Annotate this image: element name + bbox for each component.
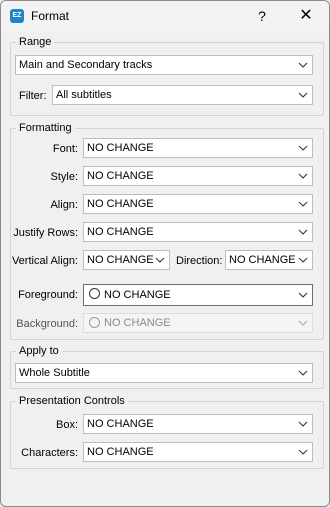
chevron-down-icon — [298, 145, 308, 151]
chevron-down-icon — [298, 320, 308, 326]
formatting-legend: Formatting — [16, 121, 75, 135]
vertical-align-dropdown[interactable]: NO CHANGE — [83, 250, 170, 270]
characters-label: Characters: — [21, 447, 78, 459]
chevron-down-icon — [298, 449, 308, 455]
background-value: NO CHANGE — [104, 317, 171, 329]
direction-label: Direction: — [176, 255, 223, 267]
font-label: Font: — [52, 143, 78, 155]
background-label: Background: — [16, 318, 78, 330]
filter-label: Filter: — [19, 90, 47, 102]
tracks-value: Main and Secondary tracks — [19, 59, 153, 71]
box-value: NO CHANGE — [87, 418, 154, 430]
chevron-down-icon — [298, 201, 308, 207]
apply-to-value: Whole Subtitle — [19, 367, 90, 379]
font-dropdown[interactable]: NO CHANGE — [83, 138, 313, 158]
align-dropdown[interactable]: NO CHANGE — [83, 194, 313, 214]
chevron-down-icon — [298, 257, 308, 263]
foreground-value: NO CHANGE — [104, 289, 171, 301]
direction-value: NO CHANGE — [229, 254, 296, 266]
chevron-down-icon — [298, 421, 308, 427]
direction-dropdown[interactable]: NO CHANGE — [225, 250, 313, 270]
style-value: NO CHANGE — [87, 170, 154, 182]
formatting-group: Formatting Font: NO CHANGE Style: NO CHA… — [10, 121, 324, 340]
characters-dropdown[interactable]: NO CHANGE — [83, 442, 313, 462]
foreground-label: Foreground: — [18, 289, 78, 301]
box-label: Box: — [55, 419, 78, 431]
apply-to-dropdown[interactable]: Whole Subtitle — [15, 363, 313, 383]
box-dropdown[interactable]: NO CHANGE — [83, 414, 313, 434]
style-label: Style: — [50, 171, 78, 183]
characters-value: NO CHANGE — [87, 446, 154, 458]
chevron-down-icon — [298, 173, 308, 179]
justify-rows-label: Justify Rows: — [13, 227, 78, 239]
filter-value: All subtitles — [56, 89, 112, 101]
range-legend: Range — [16, 35, 55, 49]
color-circle-icon — [89, 288, 100, 299]
chevron-down-icon — [298, 370, 308, 376]
chevron-down-icon — [298, 62, 308, 68]
color-circle-icon — [89, 317, 100, 328]
close-button[interactable]: ✕ — [293, 4, 319, 28]
chevron-down-icon — [155, 257, 165, 263]
align-value: NO CHANGE — [87, 198, 154, 210]
foreground-dropdown[interactable]: NO CHANGE — [83, 284, 313, 306]
help-button[interactable]: ? — [249, 4, 275, 28]
presentation-controls-legend: Presentation Controls — [16, 394, 128, 408]
vertical-align-label: Vertical Align: — [11, 255, 78, 267]
chevron-down-icon — [298, 292, 308, 298]
background-dropdown[interactable]: NO CHANGE — [83, 313, 313, 333]
chevron-down-icon — [298, 229, 308, 235]
tracks-dropdown[interactable]: Main and Secondary tracks — [15, 55, 313, 75]
justify-rows-dropdown[interactable]: NO CHANGE — [83, 222, 313, 242]
align-label: Align: — [50, 199, 78, 211]
app-icon: EZ — [10, 9, 24, 23]
vertical-align-value: NO CHANGE — [87, 254, 154, 266]
title-bar: EZ Format ? ✕ — [1, 1, 329, 31]
window-title: Format — [31, 9, 70, 23]
apply-to-legend: Apply to — [16, 344, 62, 358]
font-value: NO CHANGE — [87, 142, 154, 154]
justify-rows-value: NO CHANGE — [87, 226, 154, 238]
chevron-down-icon — [298, 92, 308, 98]
style-dropdown[interactable]: NO CHANGE — [83, 166, 313, 186]
format-dialog: EZ Format ? ✕ Range Main and Secondary t… — [0, 0, 330, 507]
range-group: Range Main and Secondary tracks Filter: … — [10, 35, 324, 116]
presentation-controls-group: Presentation Controls Box: NO CHANGE Cha… — [10, 394, 324, 469]
filter-dropdown[interactable]: All subtitles — [52, 85, 313, 105]
apply-to-group: Apply to Whole Subtitle — [10, 344, 324, 389]
